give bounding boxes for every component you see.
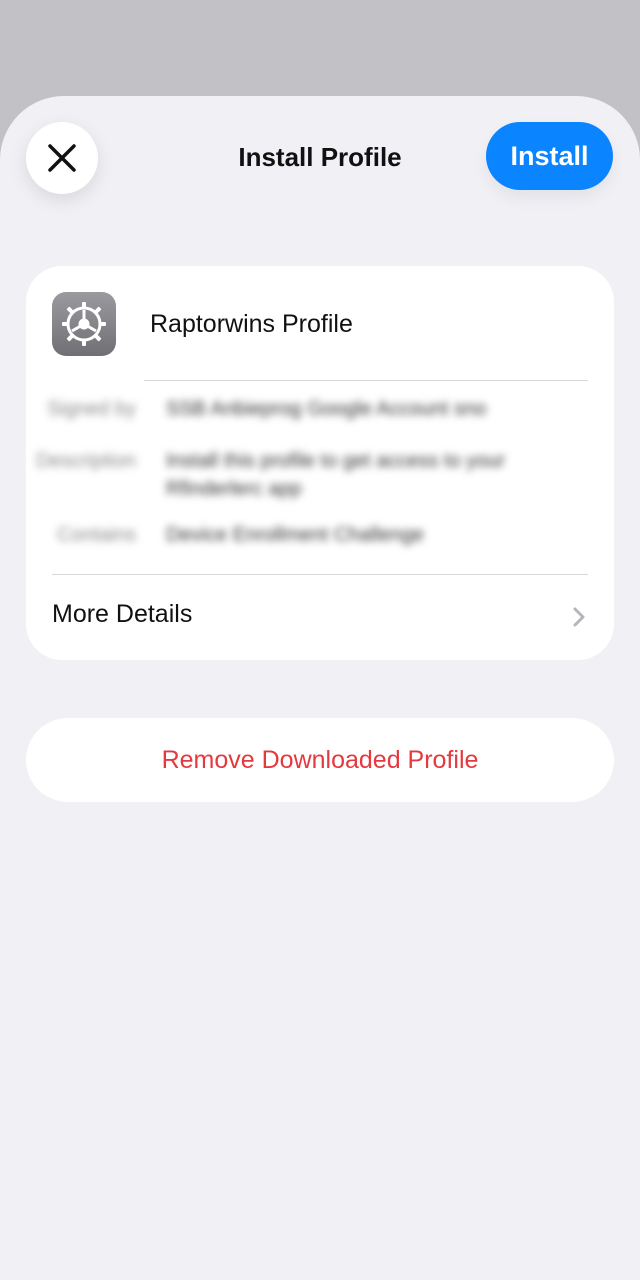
install-profile-sheet: Install Profile Install Raptorwins Profi…	[0, 96, 640, 1280]
detail-label: Signed by	[47, 398, 136, 420]
settings-gear-icon	[52, 292, 116, 356]
profile-detail-description: Description Install this profile to get …	[26, 448, 614, 508]
more-details-row[interactable]: More Details	[26, 575, 614, 660]
detail-value: Install this profile to get access to yo…	[166, 450, 506, 472]
profile-detail-contains: Contains Device Enrollment Challenge	[26, 522, 614, 554]
profile-name: Raptorwins Profile	[150, 310, 353, 338]
detail-label: Contains	[57, 524, 136, 546]
remove-downloaded-profile-button[interactable]: Remove Downloaded Profile	[26, 718, 614, 802]
chevron-right-icon	[573, 607, 585, 627]
detail-label: Description	[35, 450, 136, 472]
more-details-label: More Details	[52, 600, 193, 628]
profile-detail-signed: Signed by SSB Anbieprog Google Account s…	[26, 396, 614, 428]
detail-value-line2: Rfinderlerc app	[166, 478, 302, 500]
profile-card: Raptorwins Profile Signed by SSB Anbiepr…	[26, 266, 614, 660]
detail-value: Device Enrollment Challenge	[166, 524, 424, 546]
detail-value: SSB Anbieprog Google Account sno	[166, 398, 487, 420]
install-button[interactable]: Install	[486, 122, 613, 190]
divider	[144, 380, 588, 381]
